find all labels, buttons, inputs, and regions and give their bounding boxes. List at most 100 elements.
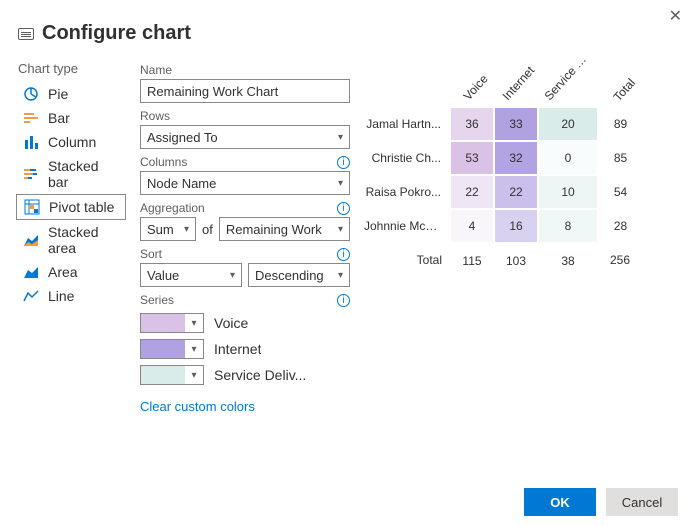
- aggregation-field-select[interactable]: Remaining Work▾: [219, 217, 350, 241]
- chart-type-area[interactable]: Area: [16, 260, 126, 284]
- close-icon[interactable]: ✕: [669, 6, 682, 26]
- pivot-cell: 4: [450, 209, 494, 243]
- chart-type-label: Bar: [48, 110, 70, 126]
- aggregation-of-label: of: [202, 222, 213, 237]
- pivot-column-header: Voice: [450, 61, 494, 107]
- pivot-cell: 20: [538, 107, 598, 141]
- pivot-preview: VoiceInternetService Del... Total Jamal Ha…: [364, 57, 678, 414]
- series-item: ▾ Internet: [140, 339, 350, 359]
- series-color-picker[interactable]: ▾: [140, 313, 204, 333]
- chart-type-stacked-area[interactable]: Stacked area: [16, 220, 126, 260]
- chart-type-label: Chart type: [18, 61, 126, 76]
- pivot-cell: 32: [494, 141, 538, 175]
- ok-button[interactable]: OK: [524, 488, 596, 516]
- series-name: Service Deliv...: [214, 367, 306, 383]
- pivot-cell: 53: [450, 141, 494, 175]
- chart-type-stacked-bar[interactable]: Stacked bar: [16, 154, 126, 194]
- chevron-down-icon: ▾: [184, 224, 189, 235]
- aggregation-op-select[interactable]: Sum▾: [140, 217, 196, 241]
- pivot-table-icon: [23, 199, 41, 215]
- series-color-picker[interactable]: ▾: [140, 365, 204, 385]
- pivot-cell: 0: [538, 141, 598, 175]
- rows-label: Rows: [140, 109, 170, 123]
- pivot-column-total: 115: [450, 243, 494, 277]
- line-icon: [22, 288, 40, 304]
- pivot-cell: 36: [450, 107, 494, 141]
- info-icon[interactable]: i: [337, 156, 350, 169]
- pivot-cell: 22: [494, 175, 538, 209]
- column-icon: [22, 134, 40, 150]
- dialog-footer: OK Cancel: [524, 488, 678, 516]
- pivot-row: Johnnie McL...416828: [364, 209, 642, 243]
- pivot-row-header: Jamal Hartn...: [364, 107, 450, 141]
- bar-icon: [22, 110, 40, 126]
- sort-dir-select[interactable]: Descending▾: [248, 263, 350, 287]
- chart-type-pivot-table[interactable]: Pivot table: [16, 194, 126, 220]
- chevron-down-icon: ▾: [338, 224, 343, 235]
- sort-by-select[interactable]: Value▾: [140, 263, 242, 287]
- chart-type-label: Pivot table: [49, 199, 114, 215]
- aggregation-label: Aggregation: [140, 201, 205, 215]
- name-input[interactable]: Remaining Work Chart: [140, 79, 350, 103]
- pivot-row-total: 28: [598, 209, 642, 243]
- pivot-cell: 33: [494, 107, 538, 141]
- name-label: Name: [140, 63, 172, 77]
- chevron-down-icon: ▾: [338, 270, 343, 281]
- chevron-down-icon: ▾: [338, 132, 343, 143]
- pivot-row-total: 89: [598, 107, 642, 141]
- pivot-column-total: 38: [538, 243, 598, 277]
- pivot-row: Christie Ch...5332085: [364, 141, 642, 175]
- pivot-total-label: Total: [364, 243, 450, 277]
- area-icon: [22, 264, 40, 280]
- series-color-picker[interactable]: ▾: [140, 339, 204, 359]
- chart-type-label: Stacked bar: [48, 158, 120, 190]
- pivot-column-header: Service Del...: [538, 61, 598, 107]
- pivot-row-total: 54: [598, 175, 642, 209]
- info-icon[interactable]: i: [337, 294, 350, 307]
- series-name: Internet: [214, 341, 261, 357]
- series-item: ▾ Service Deliv...: [140, 365, 350, 385]
- pivot-total-row: Total11510338256: [364, 243, 642, 277]
- pivot-row-total: 85: [598, 141, 642, 175]
- pivot-row: Jamal Hartn...36332089: [364, 107, 642, 141]
- pivot-cell: 10: [538, 175, 598, 209]
- rows-select[interactable]: Assigned To▾: [140, 125, 350, 149]
- chart-type-label: Line: [48, 288, 74, 304]
- chart-type-pie[interactable]: Pie: [16, 82, 126, 106]
- series-label: Series: [140, 293, 174, 307]
- columns-label: Columns: [140, 155, 187, 169]
- pivot-row: Raisa Pokro...22221054: [364, 175, 642, 209]
- chart-type-list: Chart type Pie Bar Column Stacked bar Pivot …: [16, 57, 126, 414]
- table-icon: [18, 28, 34, 40]
- chart-config-form: Name Remaining Work Chart Rows Assigned …: [140, 57, 350, 414]
- pie-icon: [22, 86, 40, 102]
- chart-type-column[interactable]: Column: [16, 130, 126, 154]
- cancel-button[interactable]: Cancel: [606, 488, 678, 516]
- chevron-down-icon: ▾: [338, 178, 343, 189]
- columns-select[interactable]: Node Name▾: [140, 171, 350, 195]
- chart-type-label: Column: [48, 134, 96, 150]
- stacked-area-icon: [22, 232, 40, 248]
- chart-type-label: Pie: [48, 86, 68, 102]
- info-icon[interactable]: i: [337, 202, 350, 215]
- pivot-column-total: 103: [494, 243, 538, 277]
- chart-type-bar[interactable]: Bar: [16, 106, 126, 130]
- chart-type-line[interactable]: Line: [16, 284, 126, 308]
- chevron-down-icon: ▾: [185, 318, 203, 329]
- info-icon[interactable]: i: [337, 248, 350, 261]
- pivot-column-total: 256: [598, 243, 642, 277]
- chart-type-label: Area: [48, 264, 78, 280]
- pivot-cell: 16: [494, 209, 538, 243]
- chevron-down-icon: ▾: [185, 370, 203, 381]
- chevron-down-icon: ▾: [230, 270, 235, 281]
- pivot-row-header: Christie Ch...: [364, 141, 450, 175]
- clear-custom-colors-link[interactable]: Clear custom colors: [140, 399, 350, 414]
- pivot-cell: 22: [450, 175, 494, 209]
- dialog-title: Configure chart: [42, 22, 191, 45]
- chevron-down-icon: ▾: [185, 344, 203, 355]
- pivot-row-header: Raisa Pokro...: [364, 175, 450, 209]
- sort-label: Sort: [140, 247, 162, 261]
- dialog-header: Configure chart: [0, 0, 694, 53]
- pivot-column-header: Internet: [494, 61, 538, 107]
- series-name: Voice: [214, 315, 248, 331]
